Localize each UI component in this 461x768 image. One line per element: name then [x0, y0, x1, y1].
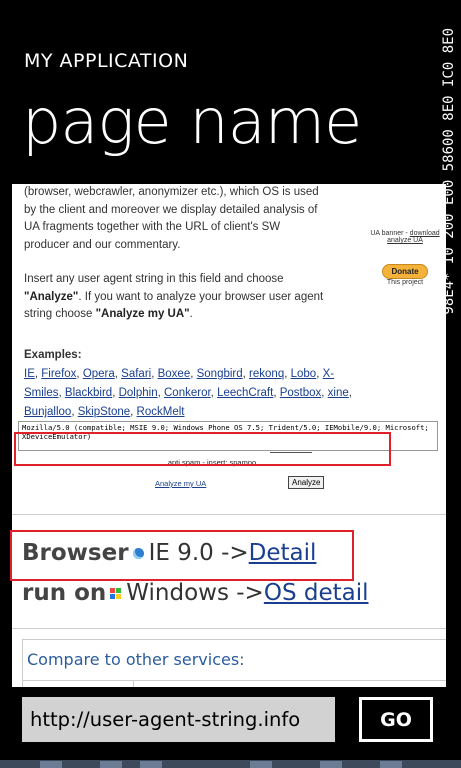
compare-divider: [23, 680, 446, 681]
intro-analyze-word: "Analyze": [24, 290, 79, 303]
example-link[interactable]: rekonq: [249, 368, 284, 380]
example-link[interactable]: Songbird: [197, 368, 243, 380]
example-link[interactable]: Dolphin: [119, 387, 158, 399]
this-project-label: This project: [386, 279, 424, 286]
example-link[interactable]: IE: [24, 368, 35, 380]
compare-section: Compare to other services:: [22, 639, 446, 687]
app-title: MY APPLICATION: [24, 50, 189, 72]
intro-text-e: .: [189, 308, 193, 320]
intro-text-a: Insert any user agent string in this fie…: [24, 273, 284, 285]
compare-heading: Compare to other services:: [27, 650, 245, 669]
example-link[interactable]: Firefox: [41, 368, 76, 380]
example-link[interactable]: xine: [328, 387, 349, 399]
highlight-ua-box: [14, 432, 391, 466]
page-title: page name: [22, 85, 362, 158]
compare-column-divider: [133, 680, 134, 687]
banner-label: UA banner -: [370, 230, 410, 237]
divider: [12, 514, 446, 515]
analyze-ua-link[interactable]: analyze UA: [387, 237, 423, 244]
example-link[interactable]: Bunjalloo: [24, 406, 71, 418]
os-value: Windows ->: [126, 580, 264, 606]
examples-list: IE, Firefox, Opera, Safari, Boxee, Songb…: [24, 365, 360, 422]
donate-button[interactable]: Donate: [382, 264, 428, 279]
url-input[interactable]: [22, 697, 335, 742]
os-result: run on Windows ->OS detail: [22, 580, 369, 606]
intro-paragraph-1: (browser, webcrawler, anonymizer etc.), …: [24, 186, 319, 251]
analyze-button[interactable]: Analyze: [288, 476, 325, 489]
intro-paragraph-2: Insert any user agent string in this fie…: [24, 271, 324, 324]
example-link[interactable]: Blackbird: [65, 387, 112, 399]
example-link[interactable]: Lobo: [291, 368, 317, 380]
go-button[interactable]: GO: [359, 697, 433, 742]
example-link[interactable]: Safari: [121, 368, 151, 380]
highlight-browser-box: [10, 530, 354, 581]
example-link[interactable]: Opera: [83, 368, 115, 380]
ua-banner: UA banner - download analyze UA Donate T…: [364, 230, 446, 286]
intro-analyze-my-word: "Analyze my UA": [95, 308, 190, 320]
separator: ,: [348, 387, 352, 399]
example-link[interactable]: Postbox: [280, 387, 322, 399]
divider: [12, 628, 446, 629]
example-link[interactable]: SkipStone: [78, 406, 130, 418]
example-link[interactable]: Conkeror: [164, 387, 211, 399]
example-link[interactable]: RockMelt: [137, 406, 185, 418]
windows-icon: [110, 588, 122, 599]
taskbar: [0, 760, 461, 768]
intro-text: (browser, webcrawler, anonymizer etc.), …: [24, 184, 324, 341]
examples-heading: Examples:: [24, 349, 82, 361]
download-link[interactable]: download: [410, 230, 440, 237]
analyze-my-ua-link[interactable]: Analyze my UA: [155, 479, 206, 488]
os-label: run on: [22, 580, 107, 606]
example-link[interactable]: Boxee: [158, 368, 191, 380]
os-detail-link[interactable]: OS detail: [264, 580, 369, 606]
example-link[interactable]: LeechCraft: [217, 387, 273, 399]
